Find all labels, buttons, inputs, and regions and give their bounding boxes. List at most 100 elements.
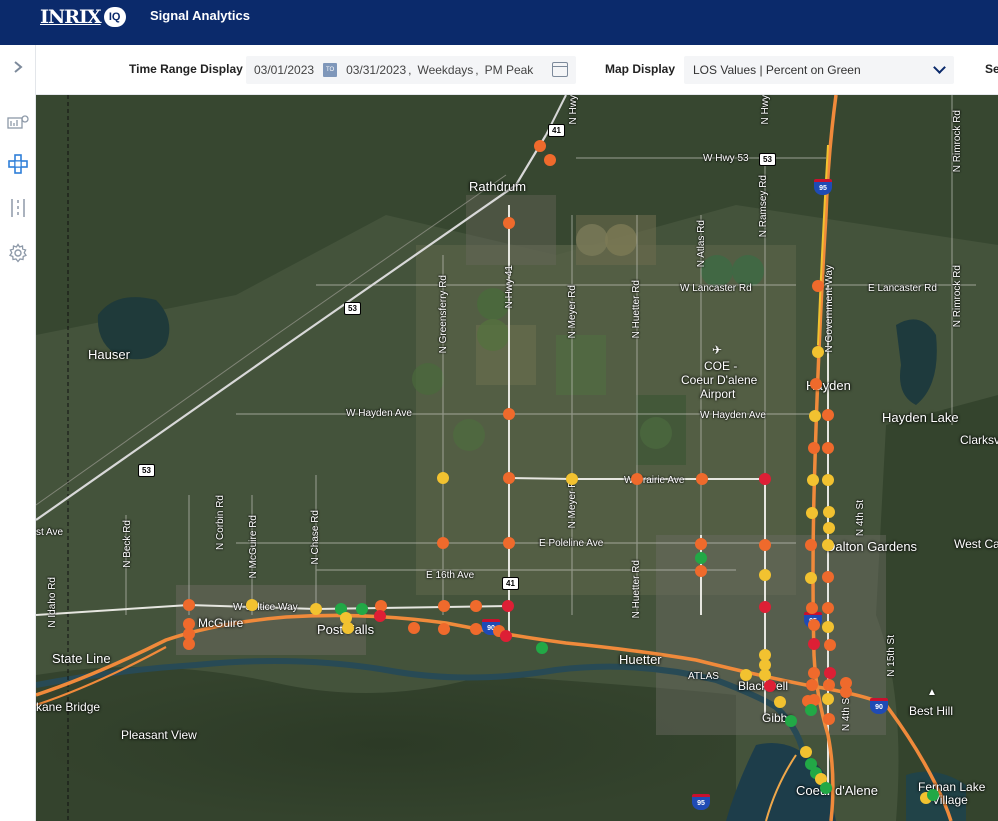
signal-marker-orange[interactable] bbox=[808, 667, 820, 679]
place-label: West Ca bbox=[954, 537, 998, 551]
signal-marker-orange[interactable] bbox=[823, 713, 835, 725]
signal-marker-red[interactable] bbox=[500, 630, 512, 642]
signal-marker-orange[interactable] bbox=[503, 472, 515, 484]
signal-marker-orange[interactable] bbox=[808, 619, 820, 631]
signal-marker-red[interactable] bbox=[808, 638, 820, 650]
signal-marker-orange[interactable] bbox=[437, 537, 449, 549]
interstate-shield-icon: 95 bbox=[692, 794, 710, 810]
map-display-select[interactable]: LOS Values | Percent on Green bbox=[684, 56, 954, 84]
place-label: Pleasant View bbox=[121, 728, 197, 742]
signal-marker-orange[interactable] bbox=[631, 473, 643, 485]
signal-marker-yellow[interactable] bbox=[437, 472, 449, 484]
signal-marker-yellow[interactable] bbox=[822, 539, 834, 551]
signal-marker-orange[interactable] bbox=[823, 679, 835, 691]
chevron-down-icon[interactable] bbox=[933, 61, 946, 74]
road-label: N Atlas Rd bbox=[696, 220, 707, 268]
signal-marker-orange[interactable] bbox=[183, 599, 195, 611]
signal-marker-red[interactable] bbox=[374, 610, 386, 622]
inrix-iq-logo[interactable]: INRIX IQ bbox=[40, 6, 126, 28]
signal-marker-green[interactable] bbox=[536, 642, 548, 654]
signal-marker-orange[interactable] bbox=[183, 638, 195, 650]
start-date: 03/01/2023 bbox=[254, 63, 315, 77]
signal-marker-orange[interactable] bbox=[696, 473, 708, 485]
signal-marker-yellow[interactable] bbox=[823, 506, 835, 518]
signal-marker-orange[interactable] bbox=[408, 622, 420, 634]
signal-marker-yellow[interactable] bbox=[822, 693, 834, 705]
signal-marker-orange[interactable] bbox=[470, 623, 482, 635]
signal-marker-orange[interactable] bbox=[503, 537, 515, 549]
signal-marker-orange[interactable] bbox=[822, 442, 834, 454]
place-label: Best Hill bbox=[909, 704, 954, 718]
time-range-picker[interactable]: 03/01/2023 TO 03/31/2023, Weekdays, PM P… bbox=[246, 56, 576, 84]
signal-marker-red[interactable] bbox=[759, 601, 771, 613]
road-label: N Huetter Rd bbox=[631, 280, 642, 339]
signal-marker-red[interactable] bbox=[764, 680, 776, 692]
signal-marker-orange[interactable] bbox=[808, 442, 820, 454]
intersection-icon[interactable] bbox=[0, 150, 36, 178]
gear-icon[interactable] bbox=[0, 239, 36, 267]
signal-marker-yellow[interactable] bbox=[342, 622, 354, 634]
signal-marker-yellow[interactable] bbox=[740, 669, 752, 681]
calendar-icon[interactable] bbox=[552, 62, 568, 77]
chevron-right-icon[interactable] bbox=[0, 53, 36, 81]
signal-marker-red[interactable] bbox=[824, 667, 836, 679]
road-label: N Beck Rd bbox=[122, 520, 133, 568]
signal-marker-red[interactable] bbox=[502, 600, 514, 612]
signal-marker-green[interactable] bbox=[820, 782, 832, 794]
signal-marker-orange[interactable] bbox=[822, 409, 834, 421]
state-route-shield-icon: 53 bbox=[138, 464, 155, 477]
signal-marker-orange[interactable] bbox=[806, 679, 818, 691]
signal-marker-orange[interactable] bbox=[812, 280, 824, 292]
signal-marker-red[interactable] bbox=[759, 473, 771, 485]
signal-marker-green[interactable] bbox=[356, 603, 368, 615]
signal-marker-orange[interactable] bbox=[805, 539, 817, 551]
road-label: W Lancaster Rd bbox=[680, 283, 752, 294]
signal-marker-orange[interactable] bbox=[822, 571, 834, 583]
road-label: E Poleline Ave bbox=[539, 538, 604, 549]
signal-marker-orange[interactable] bbox=[470, 600, 482, 612]
signal-marker-yellow[interactable] bbox=[774, 696, 786, 708]
top-header: INRIX IQ Signal Analytics bbox=[0, 0, 998, 45]
signal-marker-yellow[interactable] bbox=[812, 346, 824, 358]
signal-marker-yellow[interactable] bbox=[246, 599, 258, 611]
dashboard-icon[interactable] bbox=[0, 108, 36, 136]
road-label: W Seltice Way bbox=[233, 602, 298, 613]
signal-marker-yellow[interactable] bbox=[822, 621, 834, 633]
signal-marker-yellow[interactable] bbox=[805, 572, 817, 584]
place-label: Rathdrum bbox=[469, 179, 527, 194]
signal-marker-orange[interactable] bbox=[695, 565, 707, 577]
signal-marker-yellow[interactable] bbox=[823, 522, 835, 534]
signal-marker-green[interactable] bbox=[805, 704, 817, 716]
signal-marker-yellow[interactable] bbox=[809, 410, 821, 422]
signal-marker-yellow[interactable] bbox=[807, 474, 819, 486]
signal-marker-orange[interactable] bbox=[695, 538, 707, 550]
signal-marker-green[interactable] bbox=[695, 552, 707, 564]
signal-marker-orange[interactable] bbox=[503, 217, 515, 229]
place-label: kane Bridge bbox=[36, 700, 101, 714]
signal-marker-green[interactable] bbox=[927, 789, 939, 801]
signal-marker-yellow[interactable] bbox=[310, 603, 322, 615]
signal-marker-yellow[interactable] bbox=[806, 507, 818, 519]
signal-marker-orange[interactable] bbox=[824, 639, 836, 651]
signal-marker-orange[interactable] bbox=[438, 600, 450, 612]
signal-marker-yellow[interactable] bbox=[822, 474, 834, 486]
signal-marker-orange[interactable] bbox=[438, 623, 450, 635]
place-label: Airport bbox=[700, 387, 736, 401]
signal-marker-orange[interactable] bbox=[544, 154, 556, 166]
signal-marker-yellow[interactable] bbox=[566, 473, 578, 485]
signal-marker-orange[interactable] bbox=[810, 378, 822, 390]
signal-marker-orange[interactable] bbox=[759, 539, 771, 551]
road-label: E 16th Ave bbox=[426, 570, 475, 581]
signal-marker-yellow[interactable] bbox=[759, 569, 771, 581]
signal-marker-orange[interactable] bbox=[534, 140, 546, 152]
map-view[interactable]: Rathdrum Hauser COE - Coeur D'alene Airport H… bbox=[36, 95, 998, 821]
place-label: Dalton Gardens bbox=[826, 539, 918, 554]
signal-marker-orange[interactable] bbox=[822, 602, 834, 614]
corridor-icon[interactable] bbox=[0, 194, 36, 222]
signal-marker-orange[interactable] bbox=[806, 602, 818, 614]
to-badge: TO bbox=[323, 63, 338, 77]
signal-marker-green[interactable] bbox=[785, 715, 797, 727]
signal-marker-orange[interactable] bbox=[840, 686, 852, 698]
signal-marker-yellow[interactable] bbox=[800, 746, 812, 758]
signal-marker-orange[interactable] bbox=[503, 408, 515, 420]
